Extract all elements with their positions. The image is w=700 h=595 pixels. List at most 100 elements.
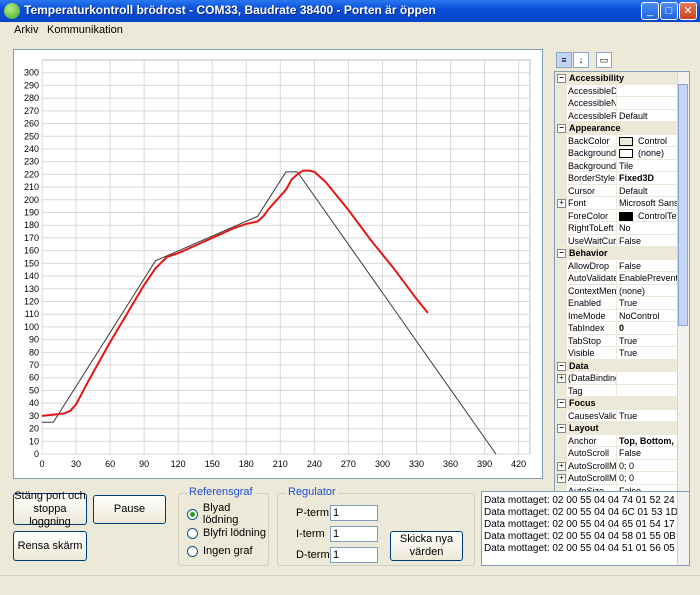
serial-log[interactable]: Data mottaget: 02 00 55 04 04 74 01 52 2… [481, 491, 690, 566]
collapse-icon[interactable]: − [557, 361, 566, 371]
log-line: Data mottaget: 02 00 55 04 04 51 01 56 0… [484, 543, 689, 554]
y-tick-label: 120 [24, 296, 39, 306]
y-tick-label: 260 [24, 119, 39, 129]
log-line: Data mottaget: 02 00 55 04 04 6C 01 53 1… [484, 507, 690, 518]
property-row[interactable]: Background Tile [555, 159, 678, 172]
property-row[interactable]: Anchor Top, Bottom, [555, 434, 678, 447]
x-tick-label: 0 [39, 459, 44, 469]
collapse-icon[interactable]: − [557, 424, 566, 433]
category-data[interactable]: − Data [555, 359, 678, 372]
row-gutter [555, 309, 567, 322]
y-tick-label: 80 [29, 347, 39, 357]
expand-icon[interactable]: + [557, 461, 566, 471]
row-gutter [555, 259, 567, 272]
property-row[interactable]: AccessibleN [555, 97, 678, 110]
radio-button[interactable] [187, 508, 198, 520]
expand-icon[interactable]: + [557, 474, 566, 483]
property-row[interactable]: Visible True [555, 347, 678, 360]
category-layout[interactable]: − Layout [555, 422, 678, 435]
property-row[interactable]: + Font Microsoft Sans [555, 197, 679, 210]
radio-button[interactable] [187, 545, 198, 557]
y-tick-label: 20 [29, 424, 39, 434]
property-row[interactable]: AccessibleR Default [555, 109, 678, 122]
property-row[interactable]: TabIndex 0 [555, 322, 678, 335]
property-value-text: True [619, 348, 638, 358]
y-tick-label: 230 [24, 157, 39, 167]
property-row[interactable]: TabStop True [555, 334, 678, 347]
property-row[interactable]: CausesValid True [555, 409, 678, 422]
maximize-button[interactable]: □ [660, 2, 678, 20]
property-value-text: 0; 0 [619, 460, 635, 471]
category-appearance[interactable]: − Appearance [555, 122, 678, 135]
y-tick-label: 140 [24, 271, 39, 281]
collapse-icon[interactable]: − [557, 124, 566, 133]
property-row[interactable]: AccessibleD [555, 84, 678, 97]
property-row[interactable]: AutoValidate EnablePreventF [555, 272, 679, 285]
collapse-icon[interactable]: − [557, 249, 566, 258]
property-row[interactable]: RightToLeft No [555, 222, 678, 235]
property-row[interactable]: ForeColor ControlTex [555, 209, 679, 222]
property-row[interactable]: Background (none) [555, 147, 678, 160]
property-value-text: Fixed3D [619, 173, 655, 183]
property-value-text: NoControl [619, 310, 660, 321]
p-term-input[interactable]: 1 [330, 505, 378, 521]
menu-kommunikation[interactable]: Kommunikation [47, 24, 123, 36]
alphabetical-sort-icon[interactable]: ↓ [573, 52, 589, 68]
expand-icon[interactable]: + [557, 199, 566, 208]
regulator-group: Regulator P-term 1 I-term 1 D-term 1 Ski… [277, 486, 475, 566]
expand-icon[interactable]: + [557, 374, 566, 383]
chart-svg: 0 10 20 30 40 50 60 70 80 90 100 110 120 130 140 150 160… [24, 59, 531, 469]
close-button[interactable]: ✕ [679, 2, 697, 20]
categorized-view-icon[interactable]: ≡ [556, 52, 572, 68]
y-tick-label: 70 [29, 360, 39, 370]
property-row[interactable]: AutoScroll False [555, 447, 678, 460]
minimize-button[interactable]: _ [641, 2, 659, 20]
property-row[interactable]: Enabled True [555, 297, 678, 310]
property-row[interactable]: + AutoScrollM 0; 0 [555, 459, 678, 472]
pause-button[interactable]: Pause [93, 495, 166, 524]
property-value-text: True [619, 335, 638, 346]
property-row[interactable]: AllowDrop False [555, 259, 678, 272]
property-row[interactable]: BorderStyle Fixed3D [555, 172, 678, 185]
y-tick-label: 100 [24, 322, 39, 332]
property-row[interactable]: ContextMenu (none) [555, 284, 678, 297]
category-label: Focus [569, 398, 596, 408]
d-term-input[interactable]: 1 [330, 547, 378, 563]
property-grid: − Accessibility AccessibleD AccessibleN Acce… [554, 71, 690, 492]
property-value-text: EnablePreventF [619, 273, 679, 283]
row-gutter [555, 434, 567, 447]
property-row[interactable]: UseWaitCur False [555, 234, 678, 247]
category-accessibility[interactable]: − Accessibility [555, 72, 678, 85]
property-pages-icon[interactable]: ▭ [596, 52, 612, 68]
close-port-button[interactable]: Stäng port och stoppa loggning [13, 490, 87, 528]
property-row[interactable]: Tag [555, 384, 678, 397]
property-grid-scrollbar[interactable] [677, 72, 689, 491]
log-scrollbar[interactable] [677, 492, 689, 565]
property-row[interactable]: ImeMode NoControl [555, 309, 678, 322]
collapse-icon[interactable]: − [557, 74, 566, 83]
radio-leadfree-soldering[interactable]: Blyfri lödning [187, 525, 266, 541]
x-tick-label: 240 [307, 459, 322, 469]
i-term-input[interactable]: 1 [330, 526, 378, 542]
y-tick-label: 60 [29, 373, 39, 383]
category-focus[interactable]: − Focus [555, 397, 678, 410]
property-value-text: False [619, 448, 642, 458]
category-behavior[interactable]: − Behavior [555, 247, 678, 260]
property-row[interactable]: + (DataBinding [555, 372, 678, 385]
collapse-icon[interactable]: − [557, 399, 566, 408]
y-tick-label: 40 [29, 398, 39, 408]
radio-no-graph[interactable]: Ingen graf [187, 543, 253, 559]
property-row[interactable]: + AutoScrollMi 0; 0 [555, 472, 678, 485]
radio-button[interactable] [187, 527, 198, 539]
row-gutter [555, 159, 567, 172]
row-gutter [555, 334, 567, 347]
send-values-button[interactable]: Skicka nya värden [390, 531, 463, 561]
clear-screen-button[interactable]: Rensa skärm [13, 531, 87, 561]
row-gutter [555, 84, 567, 97]
menu-arkiv[interactable]: Arkiv [14, 24, 38, 36]
scroll-thumb[interactable] [678, 84, 688, 326]
x-tick-label: 360 [443, 459, 458, 469]
property-row[interactable]: Cursor Default [555, 184, 678, 197]
property-row[interactable]: BackColor Control [555, 134, 678, 147]
radio-leaded-soldering[interactable]: Blyad lödning [187, 502, 268, 526]
